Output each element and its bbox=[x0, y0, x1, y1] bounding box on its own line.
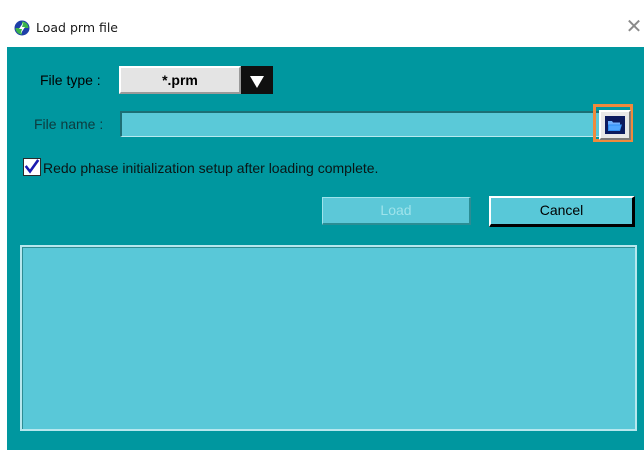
dialog-body: File type : *.prm File name : Redo phase… bbox=[7, 47, 644, 450]
window-title: Load prm file bbox=[36, 20, 119, 35]
checkmark-icon bbox=[24, 159, 40, 174]
cancel-button[interactable]: Cancel bbox=[489, 196, 635, 227]
load-button[interactable]: Load bbox=[322, 197, 471, 225]
title-bar: Load prm file ✕ bbox=[0, 0, 644, 47]
browse-button[interactable] bbox=[599, 110, 631, 140]
file-name-input[interactable] bbox=[120, 111, 605, 137]
load-prm-dialog: Load prm file ✕ File type : *.prm File n… bbox=[0, 0, 644, 455]
file-name-label: File name : bbox=[34, 116, 104, 132]
log-output-area[interactable] bbox=[20, 245, 637, 431]
file-type-label: File type : bbox=[40, 72, 101, 88]
browse-highlight bbox=[593, 104, 633, 142]
close-icon[interactable]: ✕ bbox=[624, 14, 644, 40]
app-icon bbox=[14, 20, 30, 36]
folder-open-icon bbox=[605, 116, 625, 134]
dropdown-arrow-icon[interactable] bbox=[241, 66, 273, 94]
redo-phase-checkbox-label[interactable]: Redo phase initialization setup after lo… bbox=[43, 160, 378, 176]
file-type-select[interactable]: *.prm bbox=[119, 66, 273, 94]
file-type-value[interactable]: *.prm bbox=[119, 66, 241, 94]
redo-phase-checkbox[interactable] bbox=[23, 158, 41, 176]
